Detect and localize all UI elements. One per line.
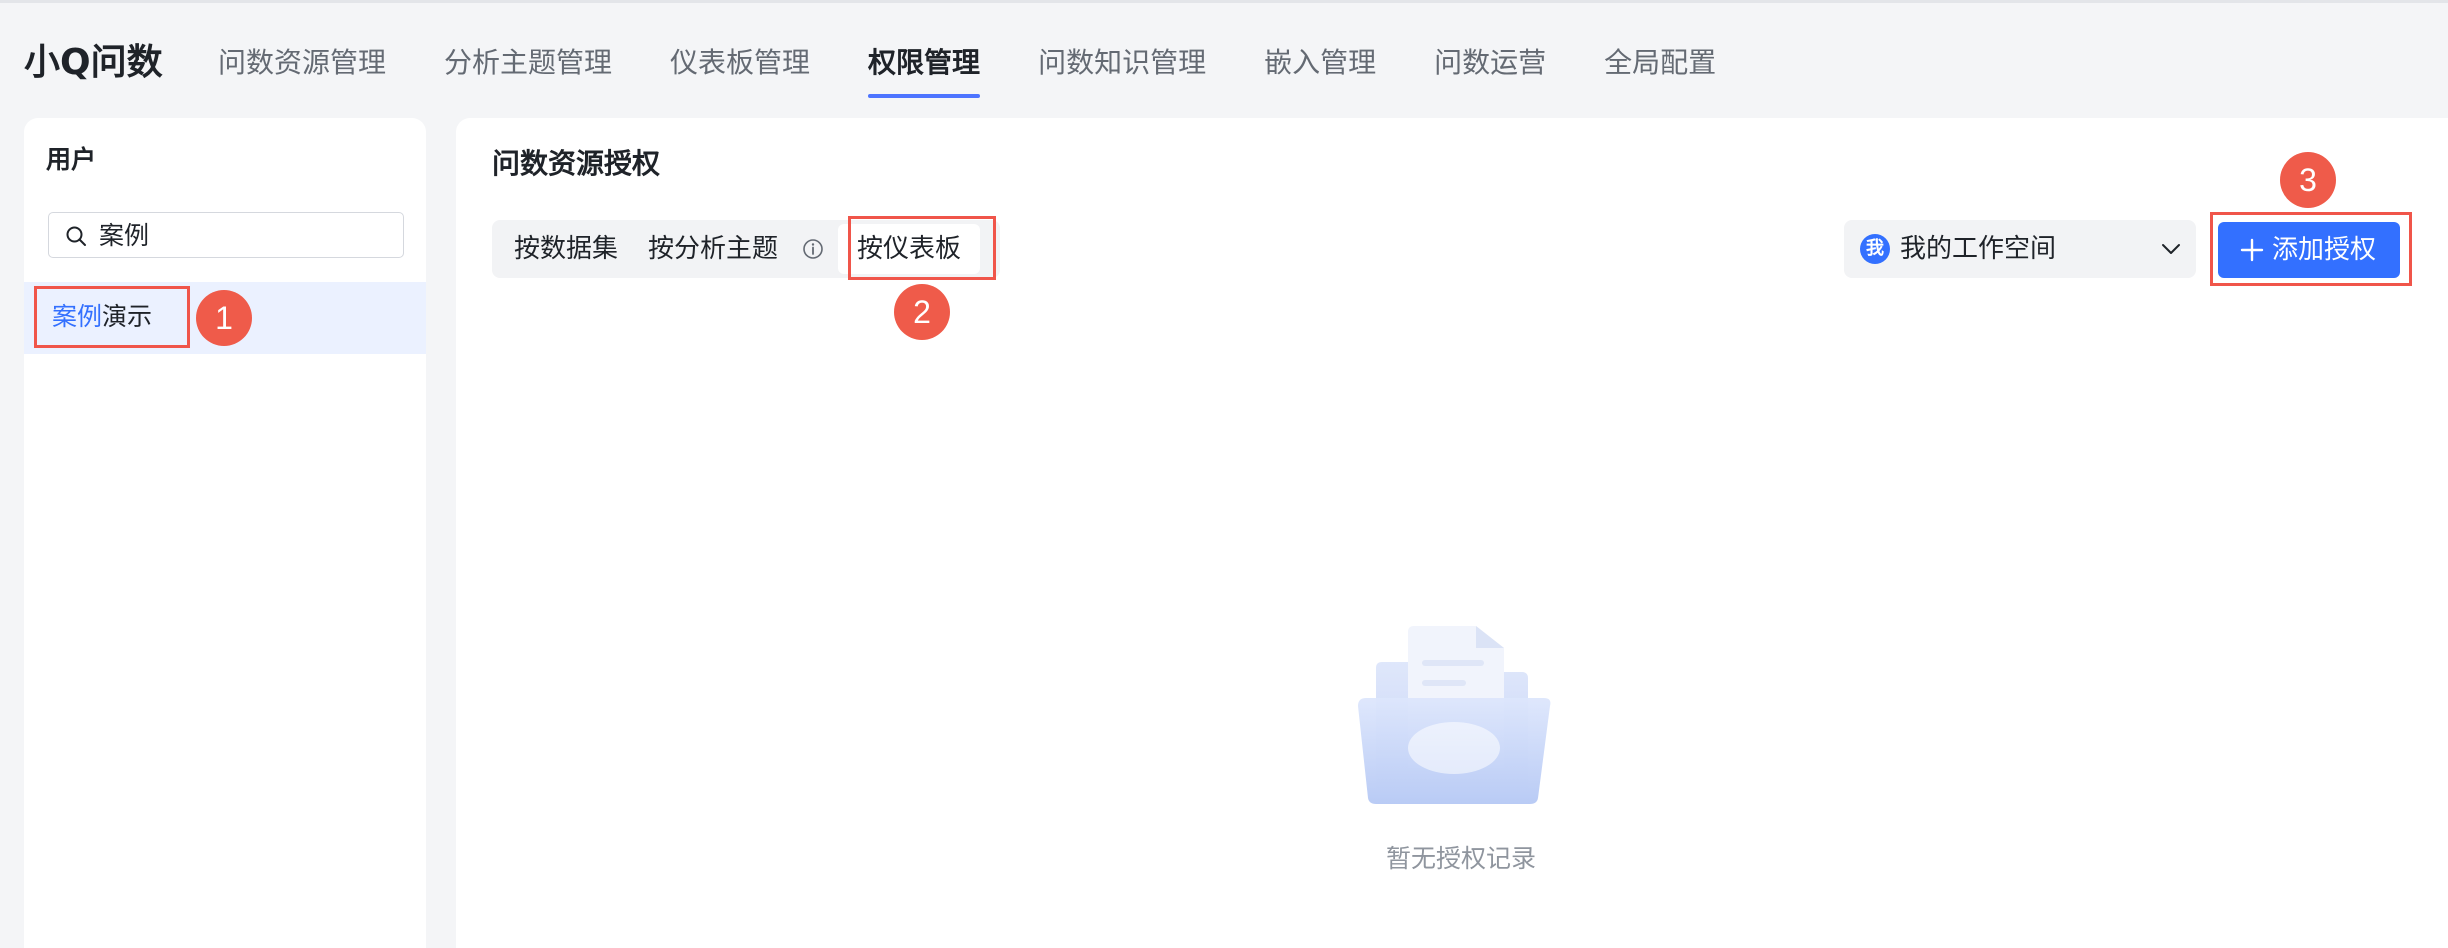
- top-nav: 问数资源管理 分析主题管理 仪表板管理 权限管理 问数知识管理 嵌入管理 问数运…: [218, 38, 1774, 98]
- info-icon[interactable]: [802, 238, 824, 260]
- app-title: 小Q问数: [24, 42, 163, 83]
- nav-item-permission[interactable]: 权限管理: [868, 38, 981, 98]
- nav-item-dashboard[interactable]: 仪表板管理: [670, 38, 810, 98]
- workspace-select[interactable]: 我 我的工作空间: [1844, 220, 2196, 278]
- annotation-box-3: [2210, 212, 2412, 286]
- search-icon: [66, 226, 86, 246]
- tab-by-topic[interactable]: 按分析主题: [648, 220, 778, 278]
- annotation-badge-3: 3: [2280, 152, 2336, 208]
- user-panel: 用户 案例演示: [24, 118, 426, 948]
- user-panel-title: 用户: [46, 145, 97, 174]
- annotation-box-1: [34, 286, 190, 348]
- nav-item-global-config[interactable]: 全局配置: [1604, 38, 1716, 98]
- top-border: [0, 0, 2448, 3]
- user-search-input[interactable]: [99, 217, 389, 251]
- nav-item-embed[interactable]: 嵌入管理: [1264, 38, 1376, 98]
- annotation-box-2: [848, 216, 996, 280]
- nav-item-knowledge[interactable]: 问数知识管理: [1038, 38, 1206, 98]
- annotation-badge-1: 1: [196, 290, 252, 346]
- nav-item-topic[interactable]: 分析主题管理: [444, 38, 612, 98]
- annotation-badge-2: 2: [894, 284, 950, 340]
- workspace-label: 我的工作空间: [1900, 234, 2057, 264]
- user-search-box[interactable]: [48, 212, 404, 258]
- empty-folder-icon: [1358, 626, 1551, 804]
- nav-item-resource[interactable]: 问数资源管理: [218, 38, 386, 98]
- page-title: 问数资源授权: [492, 147, 661, 180]
- tab-by-dataset[interactable]: 按数据集: [514, 220, 618, 278]
- empty-state-text: 暂无授权记录: [1385, 844, 1536, 873]
- nav-item-operation[interactable]: 问数运营: [1434, 38, 1546, 98]
- resource-auth-panel: 问数资源授权 按数据集 按分析主题 按仪表板 我 我的工作空间 添加授权 暂无授…: [456, 118, 2448, 948]
- chevron-down-icon: [2162, 244, 2180, 254]
- workspace-avatar: 我: [1860, 234, 1890, 264]
